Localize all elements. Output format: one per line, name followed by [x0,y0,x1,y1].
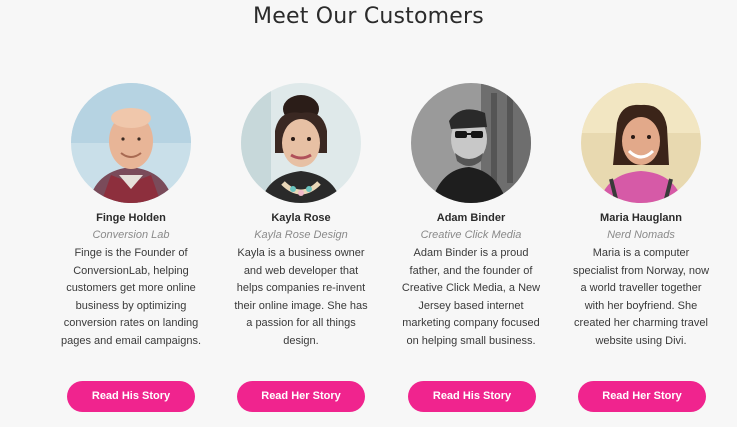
customer-photo [71,83,191,203]
avatar [241,83,361,203]
customer-photo [241,83,361,203]
customer-photo [411,83,531,203]
customer-card-finge-holden: Finge Holden Conversion Lab Finge is the… [56,83,206,350]
avatar [71,83,191,203]
customer-company: Nerd Nomads [607,229,675,241]
customer-card-adam-binder: Adam Binder Creative Click Media Adam Bi… [396,83,546,350]
customer-name: Finge Holden [96,212,166,224]
read-story-button-adam-binder[interactable]: Read His Story [408,381,536,412]
customer-company: Kayla Rose Design [254,229,348,241]
customer-name: Maria Hauglann [600,212,682,224]
customer-bio: Kayla is a business owner and web develo… [234,247,368,347]
read-story-button-finge-holden[interactable]: Read His Story [67,381,195,412]
customer-photo [581,83,701,203]
customer-card-kayla-rose: Kayla Rose Kayla Rose Design Kayla is a … [226,83,376,350]
customer-bio: Adam Binder is a proud father, and the f… [401,247,541,347]
customer-company: Conversion Lab [92,229,170,241]
customer-name: Adam Binder [436,212,506,224]
customer-company: Creative Click Media [420,229,522,241]
customer-card-maria-hauglann: Maria Hauglann Nerd Nomads Maria is a co… [566,83,716,350]
avatar [581,83,701,203]
customer-name: Kayla Rose [271,212,331,224]
customer-bio: Finge is the Founder of ConversionLab, h… [60,247,202,347]
read-story-button-kayla-rose[interactable]: Read Her Story [237,381,365,412]
avatar [411,83,531,203]
customer-bio: Maria is a computer specialist from Norw… [572,247,710,347]
section-title: Meet Our Customers [253,4,484,29]
read-story-button-maria-hauglann[interactable]: Read Her Story [578,381,706,412]
